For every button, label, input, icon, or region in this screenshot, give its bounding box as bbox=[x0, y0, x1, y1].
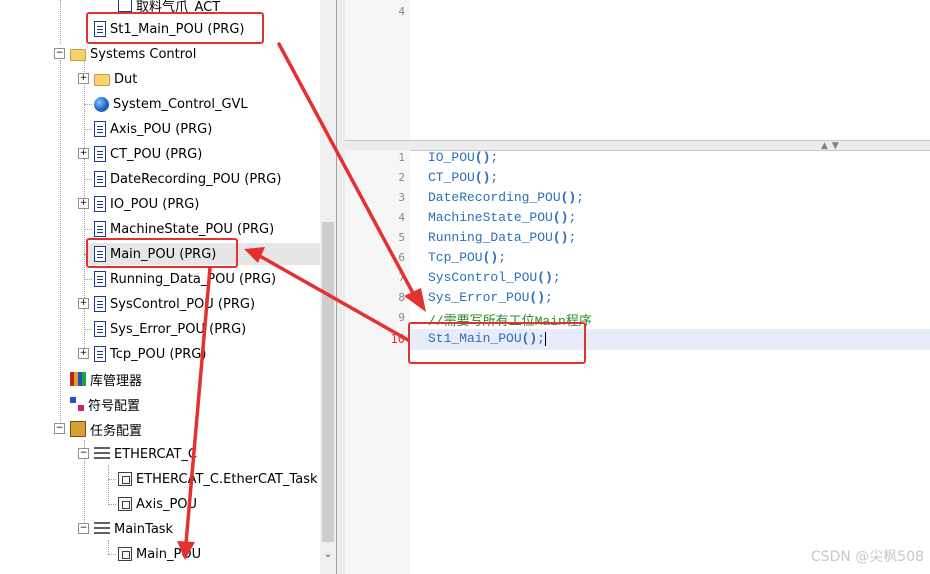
watermark: CSDN @尖枫508 bbox=[810, 549, 924, 565]
arrow-to-task-main-pou bbox=[184, 266, 212, 545]
arrow-to-code-line bbox=[277, 42, 416, 297]
arrow-head-icon bbox=[177, 541, 195, 560]
arrow-head-icon bbox=[244, 247, 265, 263]
annotation-arrows bbox=[177, 42, 426, 560]
arrow-head-icon bbox=[404, 288, 426, 312]
arrow-to-main-pou bbox=[256, 253, 410, 342]
